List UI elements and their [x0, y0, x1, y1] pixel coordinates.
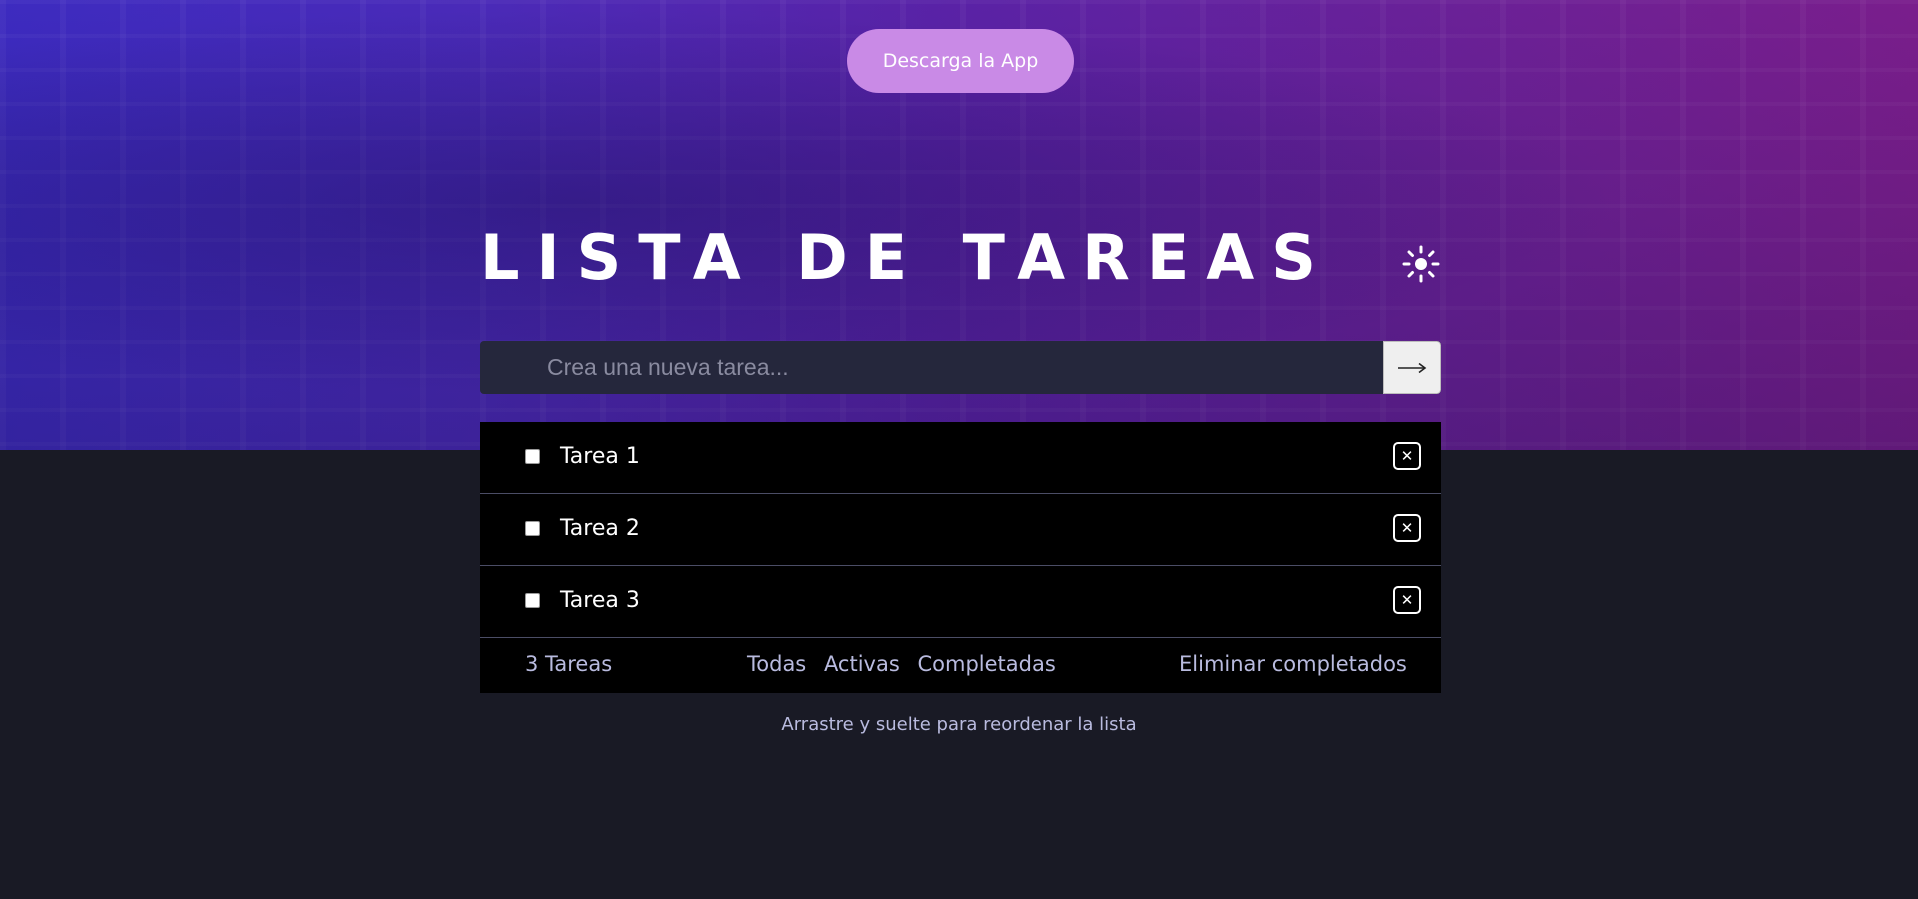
task-label: Tarea 2	[560, 516, 640, 541]
filter-completed[interactable]: Completadas	[917, 652, 1055, 676]
task-label: Tarea 3	[560, 588, 640, 613]
task-checkbox[interactable]	[525, 593, 540, 608]
task-list: Tarea 1 ✕ Tarea 2 ✕ Tarea 3 ✕ 3 Tareas T…	[480, 422, 1441, 693]
task-item[interactable]: Tarea 1 ✕	[480, 422, 1441, 494]
filter-tabs: Todas Activas Completadas	[747, 652, 1067, 676]
task-count: 3 Tareas	[525, 652, 613, 676]
add-task-button[interactable]	[1383, 341, 1441, 394]
task-checkbox[interactable]	[525, 449, 540, 464]
task-label: Tarea 1	[560, 444, 640, 469]
reorder-hint: Arrastre y suelte para reordenar la list…	[781, 714, 1137, 735]
new-task-form	[480, 341, 1441, 394]
close-icon[interactable]: ✕	[1393, 442, 1421, 470]
filter-all[interactable]: Todas	[747, 652, 806, 676]
task-item[interactable]: Tarea 3 ✕	[480, 566, 1441, 638]
close-icon[interactable]: ✕	[1393, 514, 1421, 542]
page-title: LISTA DE TAREAS	[480, 221, 1333, 294]
clear-completed-button[interactable]: Eliminar completados	[1179, 652, 1407, 676]
new-task-input[interactable]	[480, 341, 1383, 394]
task-item[interactable]: Tarea 2 ✕	[480, 494, 1441, 566]
sun-icon[interactable]	[1401, 244, 1441, 284]
filter-active[interactable]: Activas	[824, 652, 900, 676]
download-app-button[interactable]: Descarga la App	[847, 29, 1074, 93]
task-checkbox[interactable]	[525, 521, 540, 536]
close-icon[interactable]: ✕	[1393, 586, 1421, 614]
list-footer: 3 Tareas Todas Activas Completadas Elimi…	[480, 638, 1441, 693]
arrow-right-icon	[1398, 362, 1427, 373]
